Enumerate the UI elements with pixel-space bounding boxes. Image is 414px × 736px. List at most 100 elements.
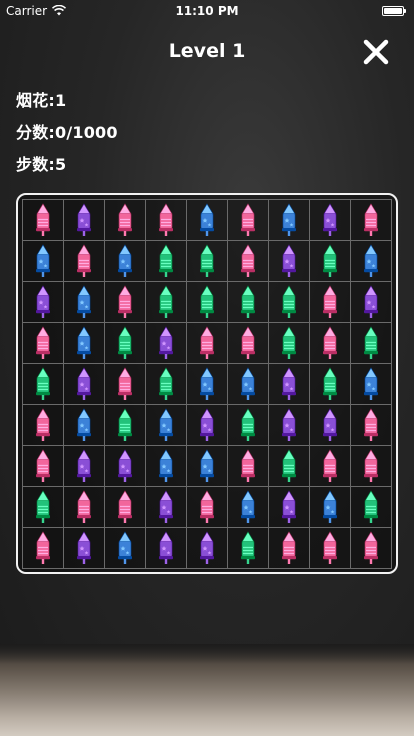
board-cell-purple[interactable] [64, 200, 105, 241]
board-cell-purple[interactable] [187, 405, 228, 446]
board-cell-green[interactable] [351, 487, 392, 528]
pink-firework-icon [323, 449, 337, 482]
board-cell-green[interactable] [228, 528, 269, 569]
board-cell-green[interactable] [146, 364, 187, 405]
board-cell-purple[interactable] [105, 446, 146, 487]
blue-firework-icon [77, 285, 91, 318]
board-cell-blue[interactable] [64, 323, 105, 364]
pink-firework-icon [323, 326, 337, 359]
board-cell-pink[interactable] [23, 405, 64, 446]
board-cell-pink[interactable] [23, 446, 64, 487]
blue-firework-icon [323, 490, 337, 523]
board-cell-pink[interactable] [351, 528, 392, 569]
board-cell-pink[interactable] [351, 446, 392, 487]
board-cell-blue[interactable] [146, 405, 187, 446]
blue-firework-icon [200, 449, 214, 482]
pink-firework-icon [364, 408, 378, 441]
board-cell-purple[interactable] [187, 528, 228, 569]
board-cell-pink[interactable] [23, 200, 64, 241]
pink-firework-icon [36, 531, 50, 564]
purple-firework-icon [200, 408, 214, 441]
board-cell-purple[interactable] [269, 364, 310, 405]
board-cell-blue[interactable] [146, 446, 187, 487]
board-cell-pink[interactable] [64, 487, 105, 528]
board-cell-blue[interactable] [310, 487, 351, 528]
board-cell-pink[interactable] [187, 323, 228, 364]
board-cell-green[interactable] [23, 364, 64, 405]
close-button[interactable] [362, 38, 390, 66]
board-cell-purple[interactable] [23, 282, 64, 323]
board-cell-pink[interactable] [351, 200, 392, 241]
board-cell-green[interactable] [310, 364, 351, 405]
purple-firework-icon [282, 490, 296, 523]
board-cell-pink[interactable] [228, 241, 269, 282]
board-cell-pink[interactable] [64, 241, 105, 282]
board-cell-pink[interactable] [187, 487, 228, 528]
board-cell-green[interactable] [228, 282, 269, 323]
board-cell-blue[interactable] [64, 282, 105, 323]
board-cell-purple[interactable] [269, 405, 310, 446]
board-cell-purple[interactable] [146, 323, 187, 364]
board-cell-purple[interactable] [310, 405, 351, 446]
board-cell-pink[interactable] [228, 323, 269, 364]
blue-firework-icon [200, 203, 214, 236]
green-firework-icon [282, 326, 296, 359]
board-cell-green[interactable] [228, 405, 269, 446]
board-cell-pink[interactable] [310, 282, 351, 323]
board-cell-green[interactable] [146, 241, 187, 282]
board-cell-pink[interactable] [146, 200, 187, 241]
board-cell-green[interactable] [105, 323, 146, 364]
board-cell-green[interactable] [146, 282, 187, 323]
board-cell-pink[interactable] [23, 323, 64, 364]
board-cell-green[interactable] [351, 323, 392, 364]
board-cell-pink[interactable] [310, 323, 351, 364]
board-cell-pink[interactable] [228, 446, 269, 487]
board-cell-pink[interactable] [310, 528, 351, 569]
board-cell-green[interactable] [187, 282, 228, 323]
pink-firework-icon [323, 285, 337, 318]
board-cell-pink[interactable] [269, 528, 310, 569]
board-cell-green[interactable] [187, 241, 228, 282]
board-cell-pink[interactable] [105, 487, 146, 528]
board-cell-pink[interactable] [310, 446, 351, 487]
pink-firework-icon [323, 531, 337, 564]
board-cell-green[interactable] [310, 241, 351, 282]
board-cell-blue[interactable] [187, 446, 228, 487]
board-cell-pink[interactable] [23, 528, 64, 569]
board-cell-green[interactable] [23, 487, 64, 528]
board-cell-green[interactable] [269, 282, 310, 323]
board-cell-pink[interactable] [105, 282, 146, 323]
board-cell-blue[interactable] [64, 405, 105, 446]
board-cell-purple[interactable] [146, 487, 187, 528]
board-cell-purple[interactable] [310, 200, 351, 241]
fireworks-count: 烟花:1 [16, 91, 67, 110]
board-cell-blue[interactable] [269, 200, 310, 241]
board-cell-blue[interactable] [351, 241, 392, 282]
board-cell-blue[interactable] [351, 364, 392, 405]
board-cell-blue[interactable] [228, 487, 269, 528]
board-cell-pink[interactable] [105, 364, 146, 405]
green-firework-icon [36, 367, 50, 400]
board-cell-blue[interactable] [23, 241, 64, 282]
green-firework-icon [364, 326, 378, 359]
board-cell-purple[interactable] [351, 282, 392, 323]
board-cell-green[interactable] [269, 446, 310, 487]
board-cell-blue[interactable] [228, 364, 269, 405]
board-cell-purple[interactable] [64, 364, 105, 405]
board-cell-green[interactable] [269, 323, 310, 364]
board-cell-blue[interactable] [187, 364, 228, 405]
purple-firework-icon [364, 285, 378, 318]
board-cell-blue[interactable] [187, 200, 228, 241]
board-cell-pink[interactable] [105, 200, 146, 241]
board-cell-purple[interactable] [269, 487, 310, 528]
board-cell-purple[interactable] [64, 446, 105, 487]
board-cell-purple[interactable] [64, 528, 105, 569]
board-cell-purple[interactable] [269, 241, 310, 282]
board-cell-blue[interactable] [105, 241, 146, 282]
board-cell-purple[interactable] [146, 528, 187, 569]
green-firework-icon [364, 490, 378, 523]
board-cell-green[interactable] [105, 405, 146, 446]
board-cell-blue[interactable] [105, 528, 146, 569]
board-cell-pink[interactable] [351, 405, 392, 446]
board-cell-pink[interactable] [228, 200, 269, 241]
